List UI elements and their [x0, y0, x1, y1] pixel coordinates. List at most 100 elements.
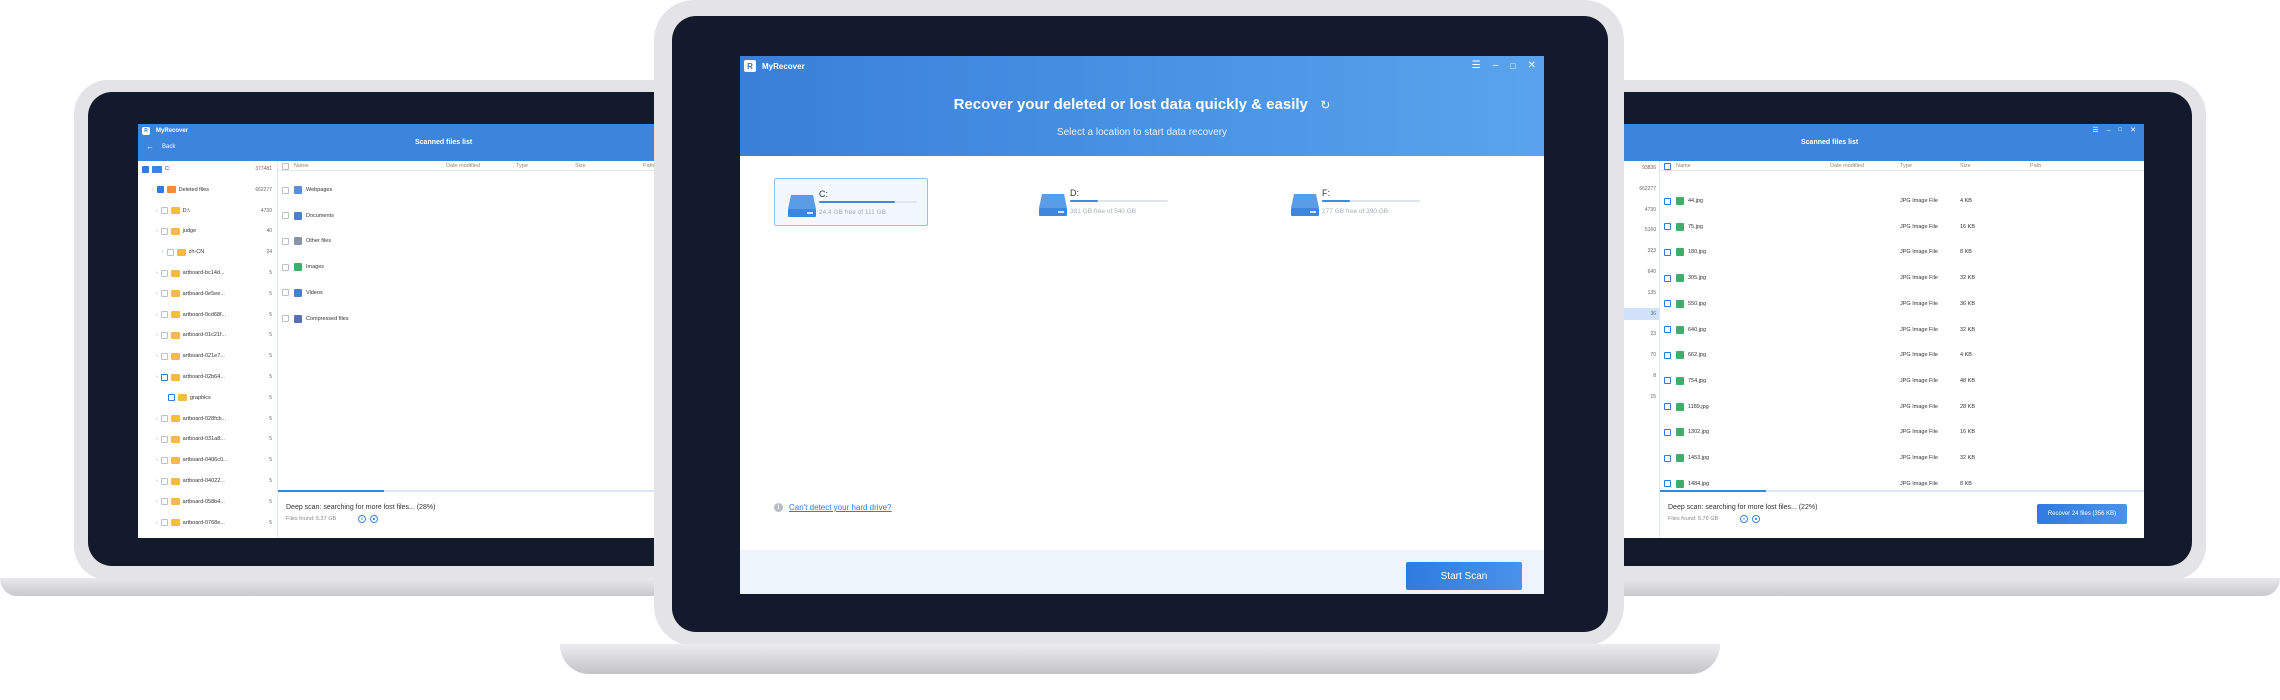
chevron-right-icon[interactable]: › [156, 291, 158, 297]
select-all-checkbox[interactable] [282, 163, 289, 170]
tree-checkbox[interactable] [160, 477, 168, 485]
menu-icon[interactable]: ☰ [2092, 126, 2098, 134]
tree-checkbox[interactable] [142, 165, 149, 173]
tree-checkbox[interactable] [168, 394, 175, 402]
menu-icon[interactable]: ☰ [1472, 60, 1481, 71]
col-type[interactable]: Type [516, 163, 528, 169]
stop-icon[interactable]: ■ [370, 515, 378, 523]
file-row[interactable]: 662.jpg [1664, 351, 1706, 360]
tree-checkbox[interactable] [160, 331, 168, 339]
tree-checkbox[interactable] [160, 311, 168, 319]
col-date[interactable]: Date modified [1830, 163, 1864, 169]
row-checkbox[interactable] [282, 315, 289, 322]
tree-checkbox[interactable] [160, 373, 168, 381]
row-checkbox[interactable] [282, 289, 289, 297]
col-name[interactable]: Name [294, 163, 309, 169]
file-row[interactable]: 305.jpg [1664, 274, 1706, 283]
tree-checkbox[interactable] [166, 248, 174, 256]
chevron-right-icon[interactable]: › [156, 499, 158, 505]
drive-card[interactable]: C: 24.4 GB free of 111 GB [774, 178, 928, 226]
chevron-right-icon[interactable]: › [156, 478, 158, 484]
col-size[interactable]: Size [575, 163, 586, 169]
row-checkbox[interactable] [1664, 377, 1671, 385]
maximize-icon[interactable]: □ [1510, 60, 1515, 71]
chevron-right-icon[interactable]: › [156, 208, 158, 214]
tree-row[interactable]: › artboard-04022... [156, 475, 225, 487]
chevron-right-icon[interactable]: › [156, 270, 158, 276]
tree-checkbox[interactable] [160, 498, 168, 506]
file-row[interactable]: 550.jpg [1664, 299, 1706, 308]
close-icon[interactable]: ✕ [2130, 126, 2136, 134]
tree-row[interactable]: C: [142, 163, 171, 175]
row-checkbox[interactable] [282, 212, 289, 220]
row-checkbox[interactable] [1664, 480, 1671, 488]
chevron-right-icon[interactable]: › [156, 416, 158, 422]
file-category-row[interactable]: Webpages [282, 186, 332, 194]
col-path[interactable]: Path [2030, 163, 2041, 169]
tree-checkbox[interactable] [160, 207, 168, 215]
row-checkbox[interactable] [1664, 300, 1671, 308]
chevron-right-icon[interactable]: › [156, 520, 158, 526]
close-icon[interactable]: ✕ [1528, 60, 1536, 71]
row-checkbox[interactable] [282, 263, 289, 271]
back-arrow-icon[interactable]: ← [146, 142, 154, 151]
file-row[interactable]: 640.jpg [1664, 325, 1706, 334]
chevron-right-icon[interactable]: › [162, 249, 164, 255]
tree-checkbox[interactable] [160, 269, 168, 277]
row-checkbox[interactable] [1664, 351, 1671, 359]
file-row[interactable]: 754.jpg [1664, 376, 1706, 385]
cant-detect-link[interactable]: Can't detect your hard drive? [789, 503, 891, 512]
tree-row[interactable]: › artboard-0768e... [156, 517, 225, 529]
tree-row[interactable]: › artboard-0406c0... [156, 454, 228, 466]
minimize-icon[interactable]: – [2107, 126, 2111, 134]
pause-icon[interactable]: II [358, 515, 366, 523]
chevron-right-icon[interactable]: › [156, 332, 158, 338]
tree-checkbox[interactable] [160, 519, 168, 527]
file-row[interactable]: 1189.jpg [1664, 402, 1709, 411]
tree-checkbox[interactable] [160, 435, 168, 443]
col-type[interactable]: Type [1900, 163, 1912, 169]
row-checkbox[interactable] [1664, 197, 1671, 205]
refresh-icon[interactable]: ↻ [1320, 98, 1330, 112]
chevron-right-icon[interactable]: › [156, 374, 158, 380]
tree-row[interactable]: › artboard-0cd68f... [156, 309, 226, 321]
col-size[interactable]: Size [1960, 163, 1971, 169]
tree-row[interactable]: › artboard-028fcb... [156, 413, 226, 425]
col-date[interactable]: Date modified [446, 163, 480, 169]
drive-card[interactable]: F: 277 GB free of 390 GB [1278, 178, 1432, 226]
row-checkbox[interactable] [1664, 248, 1671, 256]
tree-checkbox[interactable] [160, 415, 168, 423]
drive-card[interactable]: D: 381 GB free of 540 GB [1026, 178, 1180, 226]
chevron-right-icon[interactable]: › [156, 312, 158, 318]
row-checkbox[interactable] [1664, 428, 1671, 436]
select-all-checkbox[interactable] [1664, 163, 1671, 170]
stop-icon[interactable]: ■ [1752, 515, 1760, 523]
chevron-right-icon[interactable]: › [152, 187, 154, 193]
tree-checkbox[interactable] [160, 290, 168, 298]
tree-checkbox[interactable] [160, 456, 168, 464]
tree-checkbox[interactable] [160, 352, 168, 360]
row-checkbox[interactable] [1664, 454, 1671, 462]
row-checkbox[interactable] [282, 237, 289, 245]
start-scan-button[interactable]: Start Scan [1406, 562, 1522, 590]
file-category-row[interactable]: Compressed files [282, 314, 349, 323]
tree-row[interactable]: graphics [168, 392, 211, 404]
file-row[interactable]: 1484.jpg [1664, 479, 1709, 488]
tree-row[interactable]: › judge [156, 225, 196, 237]
tree-row[interactable]: › artboard-bc14d... [156, 267, 225, 279]
col-name[interactable]: Name [1676, 163, 1691, 169]
chevron-right-icon[interactable]: › [156, 353, 158, 359]
minimize-icon[interactable]: – [1493, 60, 1499, 71]
col-path[interactable]: Path [643, 163, 654, 169]
tree-row[interactable]: › artboard-0e5ee... [156, 288, 225, 300]
file-row[interactable]: 1302.jpg [1664, 428, 1709, 437]
maximize-icon[interactable]: □ [2119, 126, 2123, 134]
tree-row[interactable]: › D:\ [156, 205, 190, 217]
row-checkbox[interactable] [1664, 274, 1671, 282]
file-row[interactable]: 75.jpg [1664, 222, 1703, 231]
tree-row[interactable]: › artboard-031a8... [156, 433, 225, 445]
tree-row[interactable]: › artboard-02b64... [156, 371, 225, 383]
row-checkbox[interactable] [1664, 223, 1671, 231]
file-category-row[interactable]: Documents [282, 211, 334, 220]
file-row[interactable]: 44.jpg [1664, 197, 1703, 205]
